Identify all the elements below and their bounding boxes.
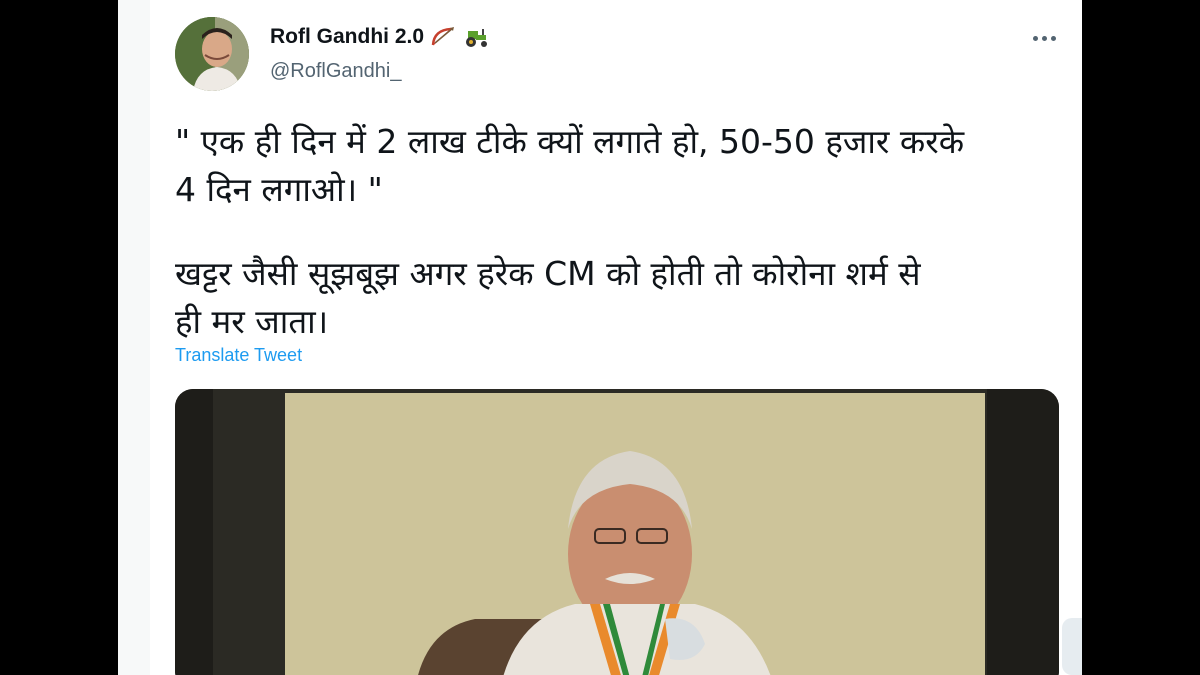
tweet-text-line: खट्टर जैसी सूझबूझ अगर हरेक CM को होती तो… (175, 254, 921, 293)
left-gutter (118, 0, 150, 675)
user-handle[interactable]: @RoflGandhi_ (270, 60, 401, 83)
avatar-portrait (175, 17, 249, 91)
tweet-text-line: ही मर जाता। (175, 302, 329, 341)
avatar[interactable] (175, 17, 249, 91)
video-thumbnail-figure (175, 389, 1059, 675)
tweet-text-line: " एक ही दिन में 2 लाख टीके क्यों लगाते ह… (175, 122, 965, 161)
screen: Rofl Gandhi 2.0 @RoflGandhi_ " एक ही दिन… (0, 0, 1200, 675)
tractor-icon (462, 26, 488, 48)
name-row: Rofl Gandhi 2.0 (270, 25, 488, 49)
bow-and-arrow-icon (430, 26, 456, 48)
tweet-card[interactable]: Rofl Gandhi 2.0 @RoflGandhi_ " एक ही दिन… (150, 0, 1082, 675)
scroll-indicator (1062, 618, 1082, 675)
tweet-text: " एक ही दिन में 2 लाख टीके क्यों लगाते ह… (175, 118, 1065, 346)
tweet-text-line: 4 दिन लगाओ। " (175, 170, 383, 209)
tweet-media-video[interactable] (175, 389, 1059, 675)
translate-tweet-link[interactable]: Translate Tweet (175, 345, 302, 366)
ellipsis-icon (1032, 35, 1038, 41)
more-options-button[interactable] (1024, 24, 1064, 52)
display-name[interactable]: Rofl Gandhi 2.0 (270, 25, 424, 49)
